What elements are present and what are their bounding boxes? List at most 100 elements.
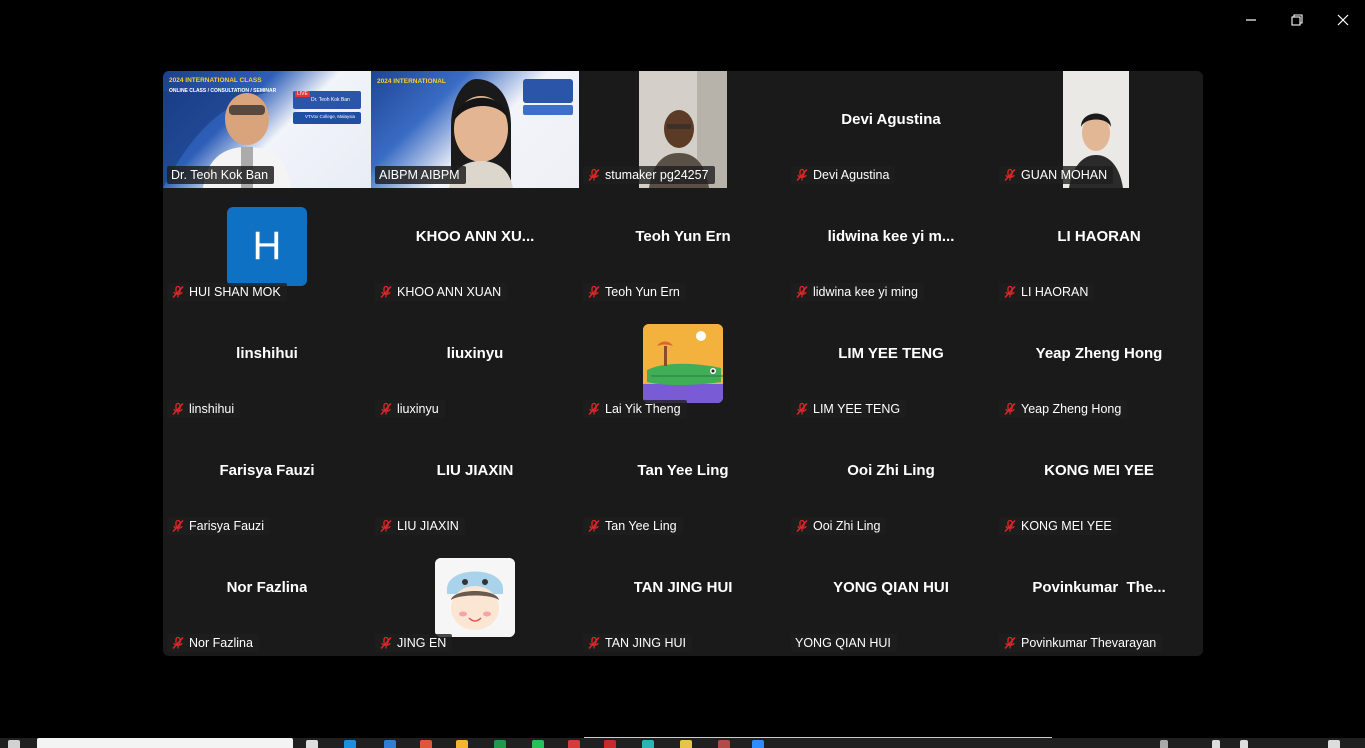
tray-icon[interactable]: [1212, 740, 1220, 748]
participant-display-name: lidwina kee yi m...: [827, 228, 955, 245]
participant-display-name: Povinkumar The...: [1032, 579, 1166, 596]
participant-name-tag: Povinkumar Thevarayan: [999, 634, 1163, 652]
participant-name: AIBPM AIBPM: [379, 168, 460, 182]
slide-banner: 2024 INTERNATIONAL CLASS: [169, 77, 262, 84]
minimize-icon: [1246, 19, 1256, 21]
participant-name-tag: KONG MEI YEE: [999, 517, 1118, 535]
participant-name-tag: Dr. Teoh Kok Ban: [167, 166, 275, 184]
participant-name: Farisya Fauzi: [189, 519, 265, 533]
participant-name-tag: Lai Yik Theng: [583, 400, 687, 418]
participant-tile[interactable]: LIM YEE TENG LIM YEE TENG: [787, 305, 995, 422]
participant-tile[interactable]: Yeap Zheng Hong Yeap Zheng Hong: [995, 305, 1203, 422]
close-button[interactable]: [1331, 8, 1355, 32]
tray-icon[interactable]: [1160, 740, 1168, 748]
participant-tile[interactable]: Nor Fazlina Nor Fazlina: [163, 539, 371, 656]
participant-tile[interactable]: Teoh Yun Ern Teoh Yun Ern: [579, 188, 787, 305]
participant-name-tag: KHOO ANN XUAN: [375, 283, 508, 301]
participant-name-tag: Devi Agustina: [791, 166, 896, 184]
participant-tile[interactable]: Povinkumar The... Povinkumar Thevarayan: [995, 539, 1203, 656]
minimize-button[interactable]: [1239, 8, 1263, 32]
chrome-icon[interactable]: [420, 740, 432, 748]
notification-icon[interactable]: [1328, 740, 1340, 748]
muted-mic-icon: [796, 402, 808, 415]
participant-tile[interactable]: lidwina kee yi m... lidwina kee yi ming: [787, 188, 995, 305]
excel-icon[interactable]: [494, 740, 506, 748]
participant-display-name: Yeap Zheng Hong: [1035, 345, 1163, 362]
participant-tile[interactable]: KONG MEI YEE KONG MEI YEE: [995, 422, 1203, 539]
participant-display-name: Devi Agustina: [841, 111, 941, 128]
store-icon[interactable]: [384, 740, 396, 748]
cartoon-avatar: [435, 558, 515, 637]
app-icon[interactable]: [718, 740, 730, 748]
participant-name: KHOO ANN XUAN: [397, 285, 502, 299]
participant-name: Teoh Yun Ern: [605, 285, 680, 299]
participant-name-tag: LIM YEE TENG: [791, 400, 907, 418]
participant-name-tag: lidwina kee yi ming: [791, 283, 924, 301]
participant-name-tag: LI HAORAN: [999, 283, 1095, 301]
participant-tile[interactable]: 2024 INTERNATIONAL CLASS ONLINE CLASS / …: [163, 71, 371, 188]
participant-display-name: LIM YEE TENG: [838, 345, 944, 362]
whatsapp-icon[interactable]: [532, 740, 544, 748]
participant-tile[interactable]: LI HAORAN LI HAORAN: [995, 188, 1203, 305]
participant-tile[interactable]: Farisya Fauzi Farisya Fauzi: [163, 422, 371, 539]
edge-icon[interactable]: [344, 740, 356, 748]
app-icon[interactable]: [680, 740, 692, 748]
app-icon[interactable]: [568, 740, 580, 748]
avatar: H: [227, 207, 307, 286]
restore-button[interactable]: [1285, 8, 1309, 32]
participant-display-name: Nor Fazlina: [226, 579, 308, 596]
participant-name-tag: Yeap Zheng Hong: [999, 400, 1128, 418]
start-icon[interactable]: [8, 740, 20, 748]
participant-display-name: Tan Yee Ling: [637, 462, 729, 479]
taskbar-search[interactable]: [37, 738, 293, 748]
participant-tile[interactable]: Lai Yik Theng: [579, 305, 787, 422]
pdf-icon[interactable]: [604, 740, 616, 748]
participant-tile[interactable]: Devi Agustina Devi Agustina: [787, 71, 995, 188]
participant-name: Dr. Teoh Kok Ban: [171, 168, 269, 182]
restore-icon: [1291, 14, 1303, 26]
participant-name: linshihui: [189, 402, 235, 416]
participant-name-tag: Tan Yee Ling: [583, 517, 683, 535]
muted-mic-icon: [588, 285, 600, 298]
muted-mic-icon: [1004, 636, 1016, 649]
participant-display-name: Ooi Zhi Ling: [847, 462, 935, 479]
participant-tile[interactable]: H HUI SHAN MOK: [163, 188, 371, 305]
participant-display-name: Farisya Fauzi: [219, 462, 315, 479]
participant-tile[interactable]: linshihui linshihui: [163, 305, 371, 422]
participant-tile[interactable]: LIU JIAXIN LIU JIAXIN: [371, 422, 579, 539]
task-view-icon[interactable]: [306, 740, 318, 748]
active-app-indicator: [584, 737, 1052, 738]
muted-mic-icon: [588, 636, 600, 649]
tray-icon[interactable]: [1240, 740, 1248, 748]
participant-name: Yeap Zheng Hong: [1021, 402, 1122, 416]
participant-name-tag: Nor Fazlina: [167, 634, 259, 652]
participant-tile[interactable]: liuxinyu liuxinyu: [371, 305, 579, 422]
participant-tile[interactable]: KHOO ANN XU... KHOO ANN XUAN: [371, 188, 579, 305]
folder-icon[interactable]: [456, 740, 468, 748]
participant-name: Ooi Zhi Ling: [813, 519, 881, 533]
app-icon[interactable]: [642, 740, 654, 748]
participant-name: Lai Yik Theng: [605, 402, 681, 416]
participant-display-name: linshihui: [236, 345, 298, 362]
participant-tile-active-speaker[interactable]: 2024 INTERNATIONAL AIBPM AIBPM: [371, 71, 579, 188]
muted-mic-icon: [796, 519, 808, 532]
participant-name: lidwina kee yi ming: [813, 285, 918, 299]
participant-tile[interactable]: JING EN: [371, 539, 579, 656]
participant-tile[interactable]: Ooi Zhi Ling Ooi Zhi Ling: [787, 422, 995, 539]
participant-tile[interactable]: GUAN MOHAN: [995, 71, 1203, 188]
participant-name-tag: LIU JIAXIN: [375, 517, 465, 535]
muted-mic-icon: [1004, 519, 1016, 532]
participant-name: LI HAORAN: [1021, 285, 1089, 299]
participant-name: Povinkumar Thevarayan: [1021, 636, 1157, 650]
participant-display-name: TAN JING HUI: [633, 579, 733, 596]
participant-name-tag: stumaker pg24257: [583, 166, 715, 184]
participant-tile[interactable]: stumaker pg24257: [579, 71, 787, 188]
participant-tile[interactable]: TAN JING HUI TAN JING HUI: [579, 539, 787, 656]
participant-tile[interactable]: Tan Yee Ling Tan Yee Ling: [579, 422, 787, 539]
participant-display-name: LIU JIAXIN: [436, 462, 514, 479]
muted-mic-icon: [796, 285, 808, 298]
taskbar: [0, 737, 1365, 748]
zoom-icon[interactable]: [752, 740, 764, 748]
participant-name: Nor Fazlina: [189, 636, 253, 650]
participant-tile[interactable]: YONG QIAN HUI YONG QIAN HUI: [787, 539, 995, 656]
